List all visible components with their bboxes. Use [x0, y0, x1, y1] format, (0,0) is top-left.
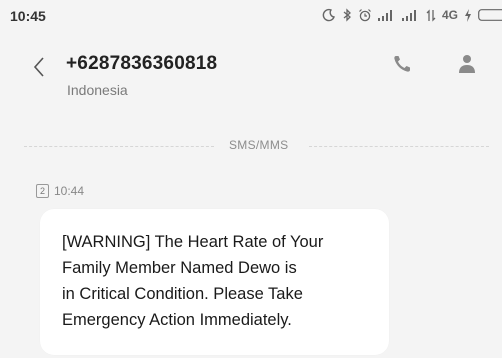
- contact-number: +6287836360818: [66, 53, 218, 74]
- alarm-icon: [358, 8, 372, 22]
- person-icon: [459, 55, 475, 73]
- contact-button[interactable]: [455, 52, 479, 76]
- message-time: 10:44: [54, 184, 85, 198]
- status-time: 10:45: [10, 8, 46, 24]
- conversation-header: +6287836360818 Indonesia: [0, 32, 502, 112]
- call-button[interactable]: [390, 52, 414, 76]
- contact-country: Indonesia: [67, 82, 128, 98]
- message-text: [WARNING] The Heart Rate of Your Family …: [62, 233, 324, 329]
- battery-icon: [478, 9, 502, 21]
- status-bar: 10:45 4G: [0, 0, 502, 32]
- sim-slot-icon: 2: [36, 184, 49, 198]
- divider-line: [309, 146, 489, 147]
- message-type-divider: SMS/MMS: [24, 136, 489, 156]
- signal-sim1-icon: [377, 9, 396, 21]
- back-button[interactable]: [28, 54, 50, 80]
- network-type: 4G: [441, 8, 458, 22]
- chevron-left-icon: [33, 57, 44, 77]
- signal-sim2-icon: [401, 9, 420, 21]
- bluetooth-icon: [342, 8, 352, 22]
- message-type-label: SMS/MMS: [229, 138, 289, 152]
- divider-line: [24, 146, 214, 147]
- charging-icon: [464, 8, 472, 22]
- message-meta: 2 10:44: [36, 183, 84, 199]
- do-not-disturb-icon: [322, 8, 336, 22]
- data-transfer-icon: [426, 8, 436, 22]
- phone-icon: [394, 56, 410, 72]
- status-icons: 4G: [322, 6, 502, 24]
- message-bubble[interactable]: [WARNING] The Heart Rate of Your Family …: [40, 209, 389, 355]
